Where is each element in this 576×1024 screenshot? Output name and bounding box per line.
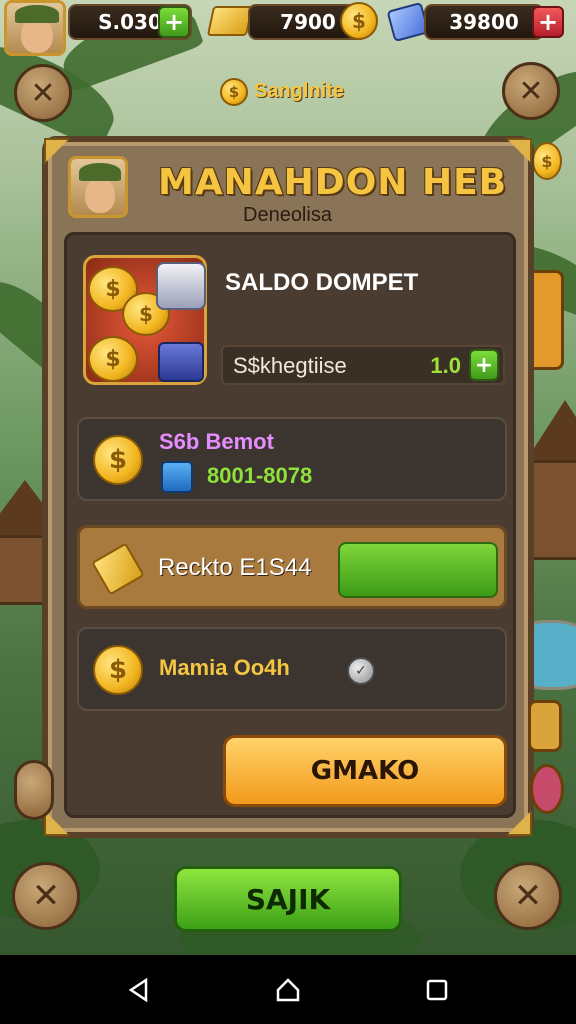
player-avatar[interactable] xyxy=(4,0,66,56)
wallet-box-icon xyxy=(158,342,204,382)
add-wallet-button[interactable]: + xyxy=(469,349,499,381)
plus-icon: + xyxy=(537,8,559,36)
close-icon: ✕ xyxy=(31,876,61,916)
claim-label: Mamia Oo4h xyxy=(159,655,290,680)
plus-icon: + xyxy=(474,352,494,378)
close-button-bottom-right[interactable]: ✕ xyxy=(494,862,562,930)
coin-icon: $ xyxy=(93,645,143,695)
calendar-icon xyxy=(161,461,193,493)
gold-value: 7900 xyxy=(280,10,336,34)
primary-action-button[interactable]: GMAKO xyxy=(223,735,507,807)
coin-stack-illustration: $ $ $ xyxy=(83,255,207,385)
coin-symbol: $ xyxy=(105,276,121,302)
claim-row[interactable]: $ Mamia Oo4h ✓ xyxy=(77,627,507,711)
daily-label: Sanglnite xyxy=(254,80,345,102)
back-icon[interactable] xyxy=(126,977,152,1003)
home-icon[interactable] xyxy=(275,977,301,1003)
recheck-row: Reckto E1S44 xyxy=(77,525,507,609)
deposit-row[interactable]: $ S6b Bemot 8001-8078 xyxy=(77,417,507,501)
close-icon: ✕ xyxy=(513,876,543,916)
coin-icon: $ xyxy=(88,336,138,382)
add-money-button[interactable]: + xyxy=(158,6,190,38)
coin-symbol: $ xyxy=(228,83,240,101)
money-value: S.030 xyxy=(98,10,162,34)
add-gems-button[interactable]: + xyxy=(532,6,564,38)
wallet-field-value: 1.0 xyxy=(430,353,461,378)
recents-icon[interactable] xyxy=(424,977,450,1003)
modal-subtitle: Deneolisa xyxy=(243,204,332,226)
coin-icon: $ xyxy=(220,78,248,106)
gold-ingot-icon xyxy=(91,542,145,596)
side-tab-right-bottom[interactable] xyxy=(530,764,564,814)
plus-icon: + xyxy=(163,8,185,36)
confirm-button[interactable]: SAJIK xyxy=(174,866,402,932)
wallet-title: SALDO DOMPET xyxy=(225,269,419,296)
coin-symbol: $ xyxy=(352,9,366,33)
close-icon: ✕ xyxy=(518,73,544,109)
recheck-button[interactable] xyxy=(338,542,498,598)
close-button-top-left[interactable]: ✕ xyxy=(14,64,72,122)
silver-stack-icon xyxy=(156,262,206,310)
avatar-hat xyxy=(79,163,121,181)
modal-avatar xyxy=(68,156,128,218)
wallet-modal: MANAHDON HEB Deneolisa $ $ $ SALDO DOMPE… xyxy=(42,136,534,838)
coin-icon: $ xyxy=(93,435,143,485)
recheck-label: Reckto E1S44 xyxy=(158,554,312,581)
avatar-face xyxy=(85,177,115,213)
system-nav-bar xyxy=(0,955,576,1024)
gems-value: 39800 xyxy=(449,10,519,34)
coin-symbol: $ xyxy=(105,346,121,372)
side-tab-right-lower[interactable] xyxy=(528,700,562,752)
modal-title: MANAHDON HEB xyxy=(158,162,508,203)
gems-counter: 39800 xyxy=(424,4,544,40)
coin-icon: $ xyxy=(340,2,378,40)
hut xyxy=(530,460,576,560)
gold-bar-icon xyxy=(206,6,254,36)
coin-icon: $ xyxy=(532,142,562,180)
close-icon: ✕ xyxy=(30,75,56,111)
deposit-value: 8001-8078 xyxy=(207,463,313,488)
modal-content-panel: $ $ $ SALDO DOMPET S$khegtiise 1.0 + $ S… xyxy=(64,232,516,818)
coin-symbol: $ xyxy=(139,302,153,326)
close-button-bottom-left[interactable]: ✕ xyxy=(12,862,80,930)
side-button-left[interactable] xyxy=(14,760,54,820)
wallet-field-label: S$khegtiise xyxy=(233,353,347,378)
coin-symbol: $ xyxy=(108,655,128,685)
coin-symbol: $ xyxy=(541,151,553,171)
coin-symbol: $ xyxy=(108,445,128,475)
avatar-hat xyxy=(15,5,59,23)
check-badge-icon: ✓ xyxy=(347,657,375,685)
deposit-label: S6b Bemot xyxy=(159,429,274,454)
corner-ornament xyxy=(44,138,70,164)
wallet-amount-field: S$khegtiise 1.0 + xyxy=(221,345,505,385)
corner-ornament xyxy=(506,138,532,164)
close-button-top-right[interactable]: ✕ xyxy=(502,62,560,120)
